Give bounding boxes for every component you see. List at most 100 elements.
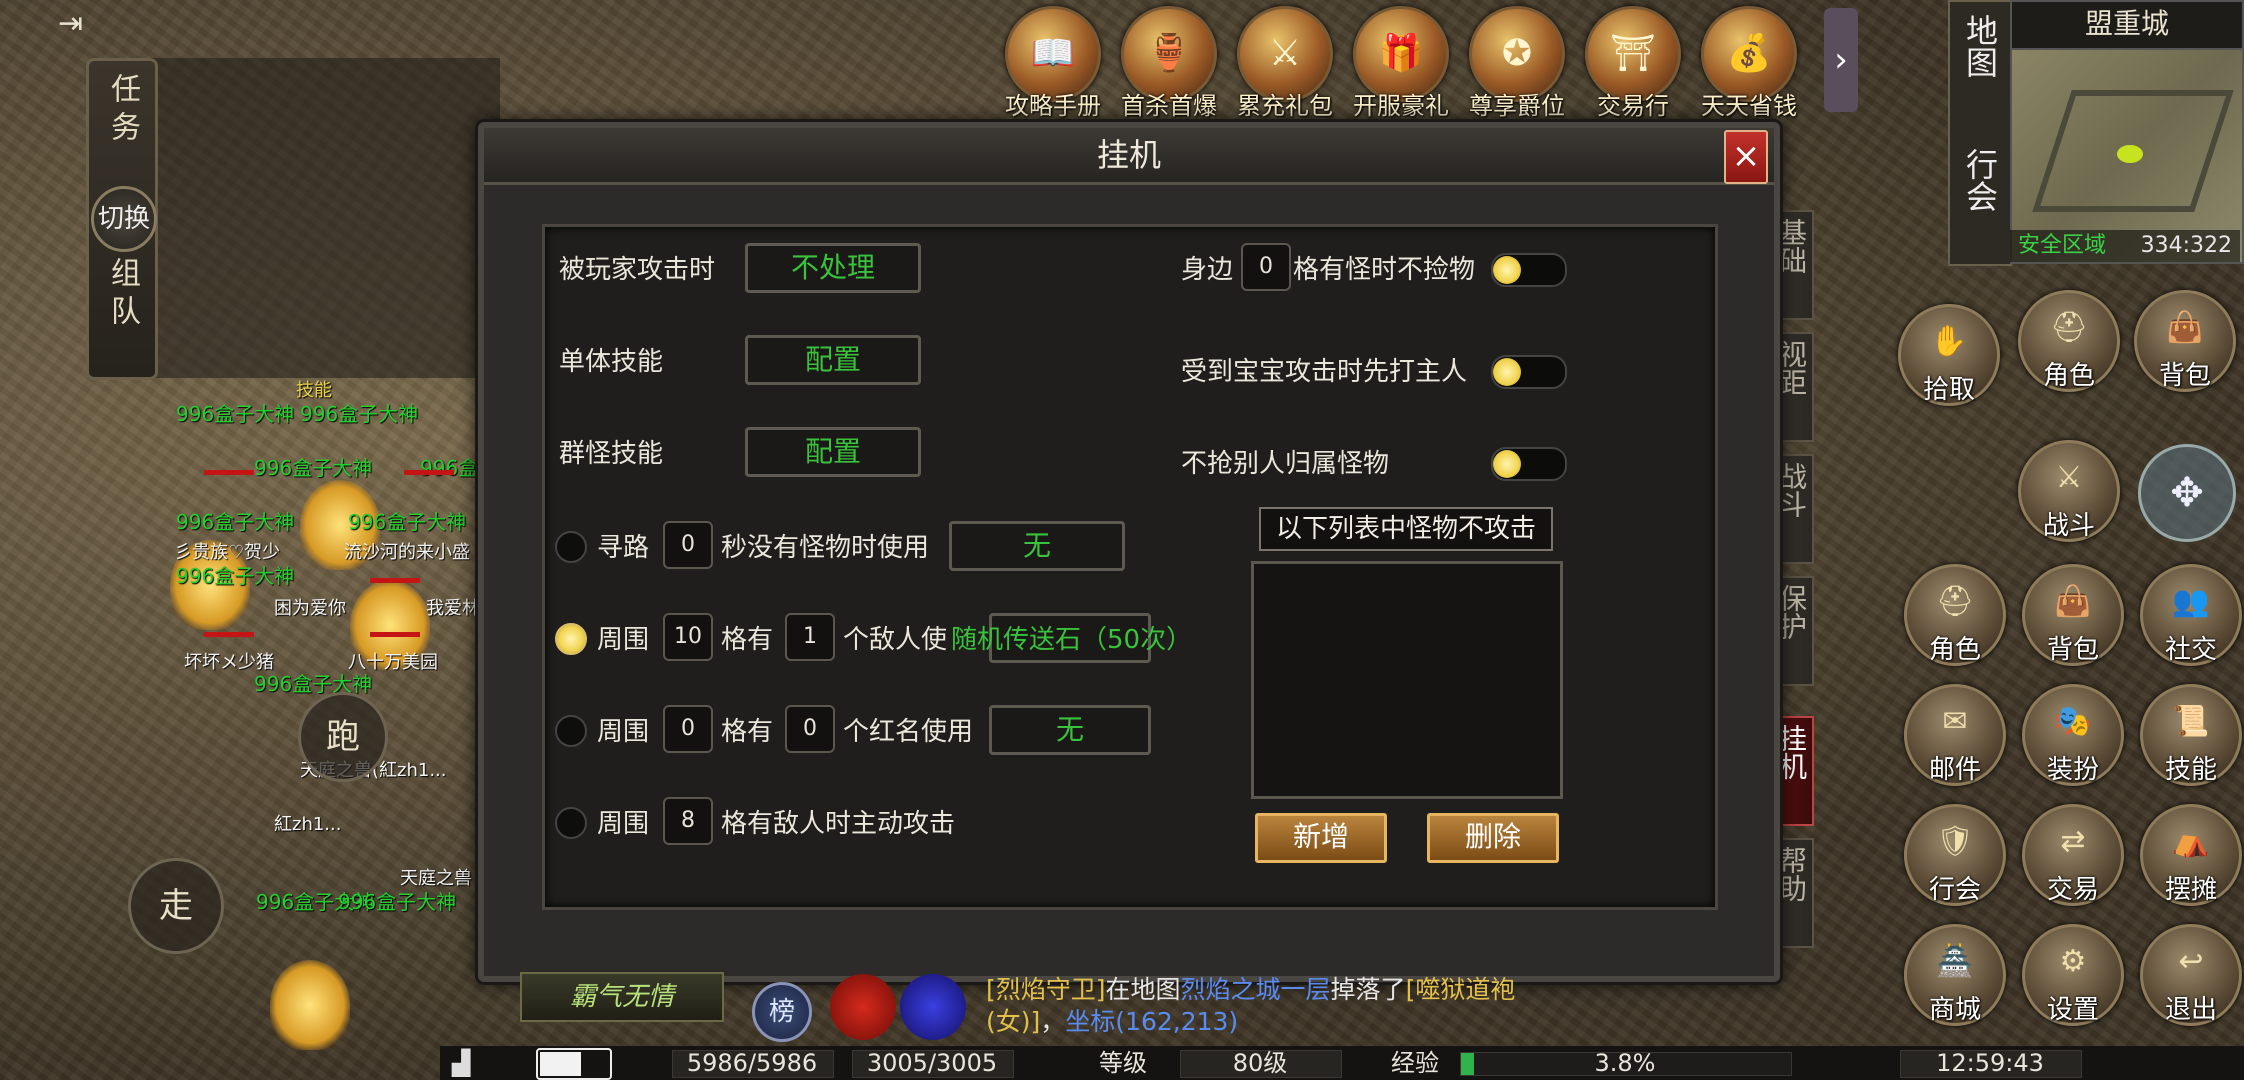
- hp-bar: [204, 632, 254, 637]
- player-name: 困为爱你: [274, 598, 346, 619]
- exit-button[interactable]: ↩ 退出: [2140, 924, 2242, 1026]
- red-item-select[interactable]: 无: [989, 705, 1151, 755]
- nearby-range-input[interactable]: 0: [1241, 243, 1291, 291]
- shortcut-noble[interactable]: ✪ 尊享爵位: [1458, 0, 1576, 120]
- character-button[interactable]: ⛑ 角色: [2018, 290, 2120, 392]
- button-label: 战斗: [2042, 511, 2095, 541]
- red-count-input[interactable]: 0: [785, 705, 835, 753]
- enemy-radio[interactable]: [555, 623, 587, 655]
- hp-bar: [370, 578, 420, 583]
- pet-attack-toggle[interactable]: [1491, 355, 1567, 389]
- bag-button[interactable]: 👜 背包: [2022, 564, 2124, 666]
- add-button[interactable]: 新增: [1255, 813, 1387, 863]
- system-chat[interactable]: [烈焰守卫]在地图烈焰之城一层掉落了[噬狱道袍(女)]，坐标(162,213): [986, 974, 1516, 1040]
- mail-button[interactable]: ✉ 邮件: [1904, 684, 2006, 786]
- row-label: 格有: [721, 625, 774, 655]
- red-range-input[interactable]: 0: [663, 705, 713, 753]
- button-label: 邮件: [1928, 755, 1981, 785]
- expand-arrow-icon[interactable]: ⇥: [58, 8, 90, 40]
- pickup-button[interactable]: ✋ 拾取: [1898, 304, 2000, 406]
- bag-icon: 👜: [2166, 310, 2204, 345]
- button-label: 交易: [2046, 875, 2099, 905]
- social-button[interactable]: 👥 社交: [2140, 564, 2242, 666]
- button-label: 装扮: [2046, 755, 2099, 785]
- trade-button[interactable]: ⇄ 交易: [2022, 804, 2124, 906]
- player-character[interactable]: [270, 960, 350, 1050]
- player-name: 流沙河的来小盛: [344, 542, 470, 563]
- direction-pad-icon[interactable]: ✥: [2138, 444, 2236, 542]
- task-button[interactable]: 任务: [93, 67, 151, 183]
- chat-text: ，: [1040, 1007, 1066, 1036]
- skill-button[interactable]: 📜 技能: [2140, 684, 2242, 786]
- team-label: 组队: [105, 257, 140, 333]
- stall-button[interactable]: ⛺ 摆摊: [2140, 804, 2242, 906]
- trade-icon: ⇄: [2060, 824, 2086, 859]
- walk-joystick[interactable]: 走: [128, 858, 224, 954]
- shortcut-save-money[interactable]: 💰 天天省钱: [1690, 0, 1808, 120]
- chat-npc: [烈焰守卫]: [986, 975, 1106, 1004]
- stall-icon: ⛺: [2172, 824, 2210, 859]
- shortcut-label: 尊享爵位: [1469, 92, 1565, 120]
- shortcut-first-kill[interactable]: 🏺 首杀首爆: [1110, 0, 1228, 120]
- run-button[interactable]: 跑: [298, 692, 388, 782]
- single-skill-config-button[interactable]: 配置: [745, 335, 921, 385]
- monster-exclude-list[interactable]: [1251, 561, 1563, 799]
- close-button[interactable]: ×: [1724, 130, 1768, 184]
- settings-button[interactable]: ⚙ 设置: [2022, 924, 2124, 1026]
- shortcut-trade[interactable]: ⛩ 交易行: [1574, 0, 1692, 120]
- rank-button[interactable]: 榜: [752, 982, 812, 1042]
- button-label: 设置: [2046, 995, 2099, 1025]
- shortcut-recharge-gift[interactable]: ⚔ 累充礼包: [1226, 0, 1344, 120]
- costume-button[interactable]: 🎭 装扮: [2022, 684, 2124, 786]
- button-label: 退出: [2164, 995, 2217, 1025]
- button-label: 背包: [2046, 635, 2099, 665]
- guild-button[interactable]: 🛡 行会: [1904, 804, 2006, 906]
- hp-bar: [404, 470, 454, 475]
- red-name-radio[interactable]: [555, 715, 587, 747]
- task-label: 任务: [105, 73, 140, 149]
- dark-building-area: [150, 58, 500, 378]
- character-button[interactable]: ⛑ 角色: [1904, 564, 2006, 666]
- button-label: 拾取: [1922, 375, 1975, 405]
- title-banner[interactable]: 霸气无情: [520, 972, 724, 1022]
- bag-button[interactable]: 👜 背包: [2134, 290, 2236, 392]
- pathfind-radio[interactable]: [555, 531, 587, 563]
- dialog-title: 挂机: [484, 128, 1774, 185]
- player-attack-select[interactable]: 不处理: [745, 243, 921, 293]
- shortcut-label: 交易行: [1597, 92, 1669, 120]
- auto-attack-radio[interactable]: [555, 807, 587, 839]
- button-label: 角色: [2042, 361, 2095, 391]
- shortcut-expand-button[interactable]: ›: [1824, 8, 1858, 112]
- toggle-knob: [1493, 256, 1521, 284]
- helmet-icon: ⛑: [1935, 584, 1975, 619]
- shortcut-server-gift[interactable]: 🎁 开服豪礼: [1342, 0, 1460, 120]
- team-button[interactable]: 组队: [93, 257, 151, 373]
- nearby-label: 身边: [1181, 255, 1234, 285]
- chat-coord-link[interactable]: 坐标(162,213): [1065, 1007, 1238, 1036]
- shop-button[interactable]: 🏯 商城: [1904, 924, 2006, 1026]
- chat-map-link[interactable]: 烈焰之城一层: [1181, 975, 1331, 1004]
- battle-button[interactable]: ⚔ 战斗: [2018, 440, 2120, 542]
- switch-button[interactable]: 切换: [91, 186, 157, 252]
- shortcut-label: 首杀首爆: [1121, 92, 1217, 120]
- shortcut-guide[interactable]: 📖 攻略手册: [994, 0, 1112, 120]
- no-steal-toggle[interactable]: [1491, 447, 1567, 481]
- enemy-count-input[interactable]: 1: [785, 613, 835, 661]
- map-button[interactable]: 地图: [1950, 14, 2010, 87]
- no-pickup-toggle[interactable]: [1491, 253, 1567, 287]
- row-label: 秒没有怪物时使用: [721, 533, 930, 563]
- pathfind-item-select[interactable]: 无: [949, 521, 1125, 571]
- zone-status: 安全区域 334:322: [2010, 230, 2240, 262]
- row-label: 周围: [597, 625, 650, 655]
- group-skill-config-button[interactable]: 配置: [745, 427, 921, 477]
- delete-button[interactable]: 删除: [1427, 813, 1559, 863]
- guild-tag: 996盒子大神: [254, 456, 373, 480]
- row-label: 个红名使用: [843, 717, 974, 747]
- chat-text: 在地图: [1105, 975, 1181, 1004]
- guild-tag: 996盒子大神: [176, 510, 295, 534]
- exit-arrow-icon: ↩: [2178, 944, 2204, 979]
- enemy-range-input[interactable]: 10: [663, 613, 713, 661]
- pathfind-seconds-input[interactable]: 0: [663, 521, 713, 569]
- guild-map-button[interactable]: 行会: [1950, 148, 2010, 221]
- auto-attack-range-input[interactable]: 8: [663, 797, 713, 845]
